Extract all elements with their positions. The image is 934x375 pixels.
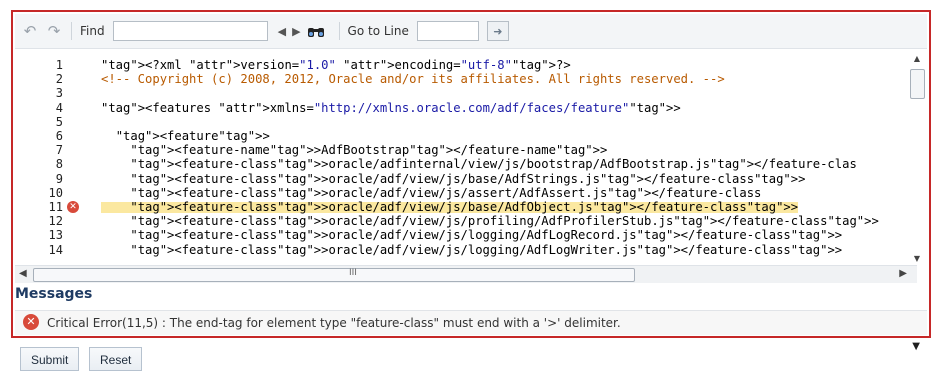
code-text: "tag"><feature-class"tag">>oracle/adf/vi… (130, 242, 843, 257)
code-text: "tag"><feature-class"tag">>oracle/adf/vi… (130, 171, 806, 186)
arrow-right-icon: ➜ (493, 24, 503, 38)
code-text: "tag"><feature-class"tag">>oracle/adf/vi… (130, 228, 843, 243)
undo-icon[interactable]: ↶ (21, 22, 39, 40)
code-text: <!-- Copyright (c) 2008, 2012, Oracle an… (101, 72, 725, 87)
line-number: 14 (48, 242, 63, 257)
find-input[interactable] (112, 21, 268, 41)
code-line[interactable]: 8 "tag"><feature-class"tag">>oracle/adfi… (15, 157, 917, 172)
code-line[interactable]: 13 "tag"><feature-class"tag">>oracle/adf… (15, 228, 917, 243)
code-text: "tag"><features "attr">xmlns="http://xml… (101, 100, 681, 115)
binoculars-icon[interactable] (307, 23, 325, 39)
scroll-left-icon[interactable]: ◀ (19, 268, 27, 279)
code-line[interactable]: 9 "tag"><feature-class"tag">>oracle/adf/… (15, 171, 917, 186)
scroll-right-icon[interactable]: ▶ (899, 268, 907, 279)
code-line[interactable]: 4 "tag"><features "attr">xmlns="http://xm… (15, 100, 917, 115)
line-number: 1 (55, 58, 63, 72)
messages-title: Messages (15, 286, 93, 302)
toolbar-divider (71, 22, 72, 40)
code-text: "tag"><feature-name"tag">>AdfBootstrap"t… (130, 143, 608, 158)
code-editor-panel: ↶ ↷ Find ◀ ▶ Go to Line ➜ 1 "tag"><?xml "… (11, 10, 931, 338)
code-text: "tag"><feature-class"tag">>oracle/adfint… (130, 157, 857, 172)
line-number: 13 (48, 228, 63, 243)
code-line[interactable]: 1 "tag"><?xml "attr">version="1.0" "attr"… (15, 58, 917, 72)
code-line[interactable]: 5 (15, 114, 917, 129)
code-line[interactable]: 11 ✕ "tag"><feature-class"tag">>oracle/ad… (15, 200, 917, 214)
line-number: 9 (55, 171, 63, 186)
horizontal-scroll-thumb[interactable]: III (33, 268, 635, 282)
editor-toolbar: ↶ ↷ Find ◀ ▶ Go to Line ➜ (15, 14, 927, 49)
submit-button[interactable]: Submit (20, 347, 80, 371)
code-text: "tag"><feature-class"tag">>oracle/adf/vi… (130, 185, 762, 200)
code-text: "tag"><feature-class"tag">>oracle/adf/vi… (130, 214, 879, 229)
goto-line-input[interactable] (416, 21, 479, 41)
error-marker-icon: ✕ (67, 201, 79, 213)
message-text: Critical Error(11,5) : The end-tag for e… (47, 316, 621, 330)
code-line[interactable]: 7 "tag"><feature-name"tag">>AdfBootstrap… (15, 143, 917, 158)
scroll-up-icon[interactable]: ▲ (909, 54, 925, 68)
line-number: 3 (55, 86, 63, 101)
code-area[interactable]: 1 "tag"><?xml "attr">version="1.0" "attr"… (15, 50, 917, 264)
code-line[interactable]: 6 "tag"><feature"tag">> (15, 129, 917, 143)
code-line[interactable]: 14 "tag"><feature-class"tag">>oracle/adf… (15, 242, 917, 257)
code-text: "tag"><feature"tag">> (115, 129, 270, 143)
line-number: 6 (55, 129, 63, 143)
reset-button[interactable]: Reset (89, 347, 143, 371)
find-label: Find (80, 24, 105, 38)
code-text: "tag"><?xml "attr">version="1.0" "attr">… (101, 58, 571, 72)
line-number: 10 (48, 185, 63, 200)
find-previous-icon[interactable]: ◀ (278, 25, 286, 38)
error-icon: ✕ (23, 314, 39, 330)
horizontal-scrollbar[interactable]: ◀ III ▶ (15, 265, 917, 283)
line-number: 8 (55, 157, 63, 172)
code-line[interactable]: 12 "tag"><feature-class"tag">>oracle/adf… (15, 214, 917, 229)
goto-line-button[interactable]: ➜ (486, 21, 509, 41)
find-next-icon[interactable]: ▶ (292, 25, 300, 38)
line-number: 12 (48, 214, 63, 229)
code-line[interactable]: 2 <!-- Copyright (c) 2008, 2012, Oracle a… (15, 72, 917, 87)
goto-line-label: Go to Line (347, 24, 409, 38)
line-number: 5 (55, 114, 63, 129)
line-number: 7 (55, 143, 63, 158)
scroll-grip-icon: III (349, 268, 357, 278)
code-line[interactable]: 3 (15, 86, 917, 101)
line-number: 4 (55, 100, 63, 115)
message-item: ✕ Critical Error(11,5) : The end-tag for… (15, 310, 927, 335)
redo-icon[interactable]: ↷ (45, 22, 63, 40)
collapse-arrow-icon[interactable]: ▼ (912, 341, 920, 352)
line-number: 2 (55, 72, 63, 87)
code-text: "tag"><feature-class"tag">>oracle/adf/vi… (101, 201, 799, 213)
code-line[interactable]: 10 "tag"><feature-class"tag">>oracle/adf… (15, 185, 917, 200)
vertical-scrollbar[interactable]: ▲ ▼ (909, 54, 925, 268)
toolbar-divider (338, 22, 340, 40)
vertical-scroll-thumb[interactable] (910, 69, 925, 99)
line-number: 11 (48, 200, 63, 214)
